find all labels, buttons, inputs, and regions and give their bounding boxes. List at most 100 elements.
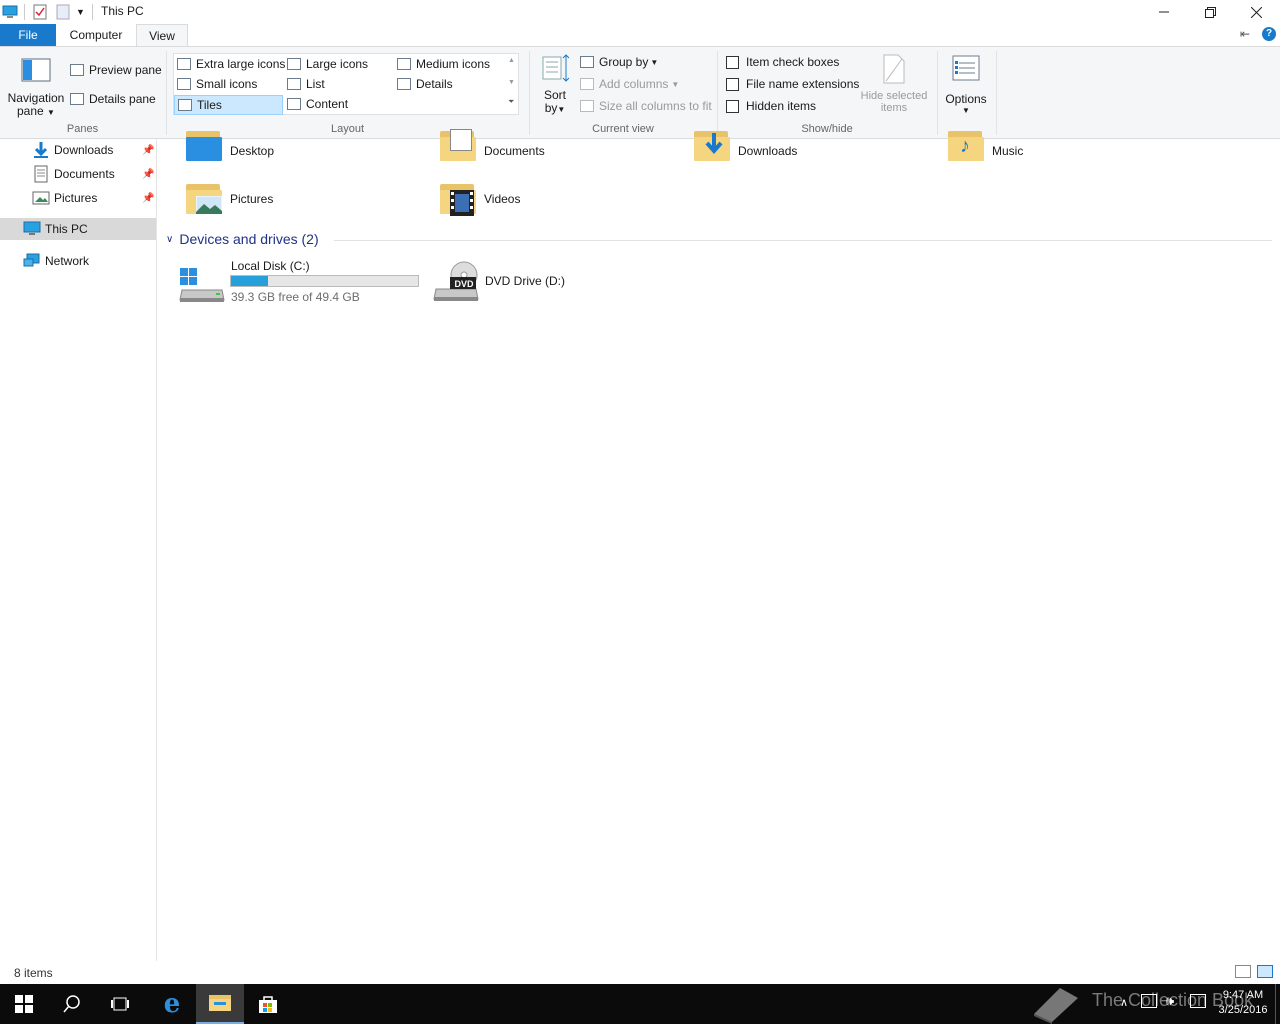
details-pane-button[interactable]: Details pane <box>70 92 156 106</box>
nav-item-label: Pictures <box>54 191 98 205</box>
group-by-button[interactable]: Group by ▼ <box>580 55 658 69</box>
hide-selected-items-button[interactable]: Hide selected items <box>856 53 932 119</box>
task-view-button[interactable] <box>96 984 144 1024</box>
layout-list[interactable]: List <box>287 77 325 91</box>
folder-tile-downloads[interactable]: Downloads <box>692 129 797 163</box>
network-icon <box>23 253 40 267</box>
layout-scroll-down-icon[interactable]: ▼ <box>508 79 515 86</box>
pin-icon[interactable]: 📌 <box>142 145 154 156</box>
navigation-pane-button[interactable]: Navigation pane ▼ <box>7 50 65 120</box>
show-desktop-button[interactable] <box>1275 984 1280 1024</box>
hard-drive-icon <box>179 268 225 302</box>
pin-ribbon-icon[interactable]: ⇤ <box>1240 27 1250 41</box>
window-title: This PC <box>101 4 144 18</box>
ribbon-tabs: File Computer View ⇤ ? <box>0 24 1280 47</box>
clock[interactable]: 9:47 AM 3/25/2016 <box>1214 988 1272 1018</box>
preview-pane-button[interactable]: Preview pane <box>70 63 162 77</box>
nav-item-pictures[interactable]: Pictures 📌 <box>0 187 156 209</box>
chevron-down-icon: ▼ <box>557 105 566 114</box>
help-icon[interactable]: ? <box>1262 27 1276 41</box>
nav-item-downloads[interactable]: Downloads 📌 <box>0 139 156 161</box>
layout-option-label: Tiles <box>197 98 222 112</box>
volume-icon[interactable]: 🕪 <box>1166 993 1174 1009</box>
customize-toolbar-chevron-icon[interactable]: ▼ <box>76 3 85 21</box>
pin-icon[interactable]: 📌 <box>142 169 154 180</box>
small-icons-icon <box>177 78 191 90</box>
store-icon <box>259 996 277 1013</box>
chevron-down-icon: ▼ <box>671 79 680 89</box>
add-columns-button[interactable]: Add columns ▼ <box>580 77 679 91</box>
file-name-extensions-label: File name extensions <box>746 77 860 91</box>
search-icon <box>63 995 80 1013</box>
layout-expand-icon[interactable]: ⏷ <box>508 97 514 107</box>
dvd-badge: DVD <box>454 279 474 289</box>
size-all-columns-button[interactable]: Size all columns to fit <box>580 99 712 113</box>
file-explorer-icon <box>209 995 231 1011</box>
hide-selected-icon <box>883 54 905 84</box>
hidden-items-checkbox[interactable]: Hidden items <box>726 99 816 113</box>
store-button[interactable] <box>244 984 292 1024</box>
layout-details[interactable]: Details <box>397 77 453 91</box>
file-name-extensions-checkbox[interactable]: File name extensions <box>726 77 859 91</box>
tab-view[interactable]: View <box>136 24 188 47</box>
extra-large-icons-icon <box>177 58 191 70</box>
devices-group-header[interactable]: ∨ Devices and drives (2) <box>166 231 319 247</box>
hidden-items-label: Hidden items <box>746 99 817 113</box>
tab-file[interactable]: File <box>0 24 56 46</box>
drive-tile-local-disk[interactable]: Local Disk (C:) 39.3 GB free of 49.4 GB <box>178 259 428 305</box>
layout-extra-large-icons[interactable]: Extra large icons <box>177 57 285 71</box>
checkbox-icon <box>726 99 739 113</box>
edge-button[interactable]: e <box>148 984 196 1024</box>
folder-tile-pictures[interactable]: Pictures <box>184 179 273 219</box>
tab-computer[interactable]: Computer <box>60 24 132 46</box>
folder-tile-videos[interactable]: Videos <box>438 179 520 219</box>
details-view-icon[interactable] <box>1235 965 1251 978</box>
options-icon <box>952 55 980 81</box>
layout-tiles[interactable]: Tiles <box>174 95 283 115</box>
edge-icon: e <box>163 989 181 1019</box>
layout-medium-icons[interactable]: Medium icons <box>397 57 490 71</box>
layout-small-icons[interactable]: Small icons <box>177 77 257 91</box>
layout-option-label: Small icons <box>196 77 258 91</box>
restore-button[interactable] <box>1187 0 1233 24</box>
preview-pane-icon <box>70 64 84 76</box>
drive-tile-dvd[interactable]: DVD DVD Drive (D:) <box>432 259 652 305</box>
options-button[interactable]: Options ▼ <box>942 53 990 119</box>
file-explorer-button[interactable] <box>196 984 244 1024</box>
nav-item-this-pc[interactable]: This PC <box>0 218 156 240</box>
layout-content[interactable]: Content <box>287 97 348 111</box>
nav-item-network[interactable]: Network <box>0 250 156 272</box>
navigation-pane: Downloads 📌 Documents 📌 Pictures 📌 This … <box>0 139 157 961</box>
clock-date: 3/25/2016 <box>1218 1004 1268 1016</box>
network-tray-icon[interactable] <box>1141 994 1157 1008</box>
nav-item-documents[interactable]: Documents 📌 <box>0 163 156 185</box>
close-button[interactable] <box>1233 0 1279 24</box>
devices-header-label: Devices and drives (2) <box>179 231 319 247</box>
ribbon: Navigation pane ▼ Preview pane Details p… <box>0 46 1280 139</box>
item-check-boxes-checkbox[interactable]: Item check boxes <box>726 55 839 69</box>
pin-icon[interactable]: 📌 <box>142 193 154 204</box>
folder-tile-music[interactable]: ♪ Music <box>946 129 1023 163</box>
layout-scroll-up-icon[interactable]: ▲ <box>508 57 515 64</box>
nav-item-label: Downloads <box>54 143 114 157</box>
action-center-icon[interactable] <box>1190 994 1206 1008</box>
new-folder-icon[interactable] <box>56 3 70 21</box>
folder-tile-desktop[interactable]: Desktop <box>184 129 274 163</box>
show-hidden-icons-chevron-icon[interactable]: ∧ <box>1120 996 1128 1009</box>
start-button[interactable] <box>0 984 48 1024</box>
sort-by-icon <box>542 54 570 82</box>
checkbox-icon <box>726 77 739 91</box>
sort-by-button[interactable]: Sort by▼ <box>537 53 573 119</box>
large-icons-view-icon[interactable] <box>1257 965 1273 978</box>
content-area: Desktop Documents Downloads ♪ Music Pict… <box>158 129 1280 961</box>
hide-selected-label-1: Hide selected <box>860 90 928 102</box>
tiles-icon <box>178 99 192 111</box>
navigation-pane-label-2: pane <box>17 104 44 118</box>
minimize-button[interactable] <box>1141 0 1187 24</box>
downloads-folder-icon <box>692 129 732 163</box>
folder-tile-documents[interactable]: Documents <box>438 129 545 163</box>
content-icon <box>287 98 301 110</box>
properties-icon[interactable] <box>33 3 47 21</box>
search-button[interactable] <box>48 984 96 1024</box>
layout-large-icons[interactable]: Large icons <box>287 57 368 71</box>
